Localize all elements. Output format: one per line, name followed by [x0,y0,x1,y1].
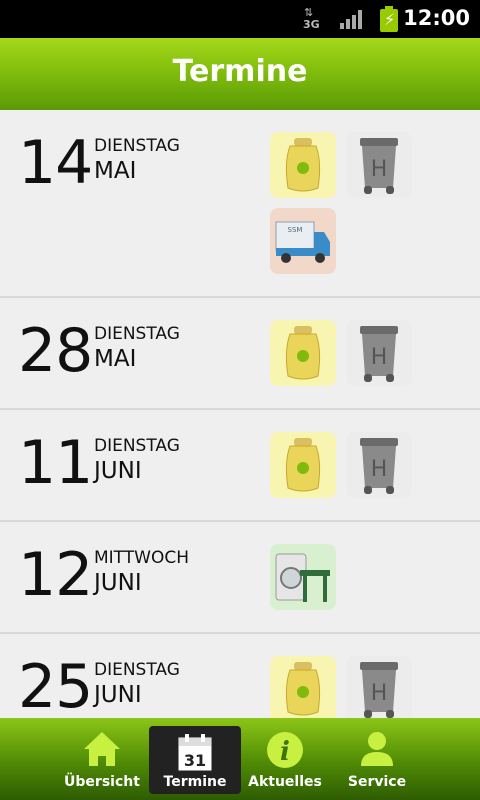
date-month: JUNI [94,458,142,484]
home-icon [84,732,120,766]
date-weekday: DIENSTAG [94,136,180,156]
date-month: JUNI [94,570,142,596]
info-icon: i [267,732,303,768]
nav-uebersicht[interactable]: Übersicht [56,724,148,796]
yellow-bag-icon [270,132,336,198]
washer-table-icon [270,544,336,610]
nav-label: Übersicht [64,774,140,790]
date-weekday: DIENSTAG [94,436,180,456]
calendar-icon: 31 [178,734,212,771]
list-item[interactable]: 25 DIENSTAG JUNI H [0,634,480,718]
status-bar: ⇅ 3G ⚡ 12:00 [0,0,480,38]
info-glyph: i [280,737,290,767]
yellow-bag-icon [270,320,336,386]
bottom-navigation: Übersicht 31 Termine i Aktuelles Service [0,718,480,800]
yellow-bag-icon [270,432,336,498]
appointment-list[interactable]: 14 DIENSTAG MAI H SSM 28 DIENSTAG MAI H … [0,110,480,718]
page-title: Termine [172,54,308,89]
date-weekday: DIENSTAG [94,324,180,344]
date-day: 11 [18,428,93,498]
date-day: 28 [18,316,93,386]
date-month: MAI [94,158,137,184]
grey-bin-icon: H [346,432,412,498]
nav-label: Aktuelles [248,774,322,790]
bin-letter: H [371,681,388,706]
app-header: Termine [0,38,480,110]
signal-strength-icon [340,9,364,29]
network-type-label: 3G [303,18,320,31]
bin-letter: H [371,457,388,482]
nav-aktuelles[interactable]: i Aktuelles [239,724,331,796]
date-day: 14 [18,128,93,198]
list-item[interactable]: 11 DIENSTAG JUNI H [0,410,480,522]
list-item[interactable]: 14 DIENSTAG MAI H SSM [0,110,480,298]
date-month: MAI [94,346,137,372]
date-weekday: DIENSTAG [94,660,180,680]
status-time: 12:00 [403,6,470,30]
truck-icon: SSM [270,208,336,274]
truck-label: SSM [288,226,303,234]
grey-bin-icon: H [346,656,412,718]
nav-service[interactable]: Service [331,724,423,796]
date-month: JUNI [94,682,142,708]
bin-letter: H [371,345,388,370]
bin-letter: H [371,157,388,182]
network-3g-icon: ⇅ 3G [303,6,320,31]
yellow-bag-icon [270,656,336,718]
battery-charging-icon: ⚡ [380,6,398,32]
date-weekday: MITTWOCH [94,548,189,568]
list-item[interactable]: 28 DIENSTAG MAI H [0,298,480,410]
grey-bin-icon: H [346,132,412,198]
calendar-day: 31 [184,751,206,770]
nav-label: Termine [163,774,227,790]
date-day: 25 [18,652,93,718]
date-day: 12 [18,540,93,610]
person-icon [361,732,393,766]
nav-termine[interactable]: 31 Termine [149,726,241,794]
grey-bin-icon: H [346,320,412,386]
list-item[interactable]: 12 MITTWOCH JUNI [0,522,480,634]
nav-label: Service [347,774,407,790]
